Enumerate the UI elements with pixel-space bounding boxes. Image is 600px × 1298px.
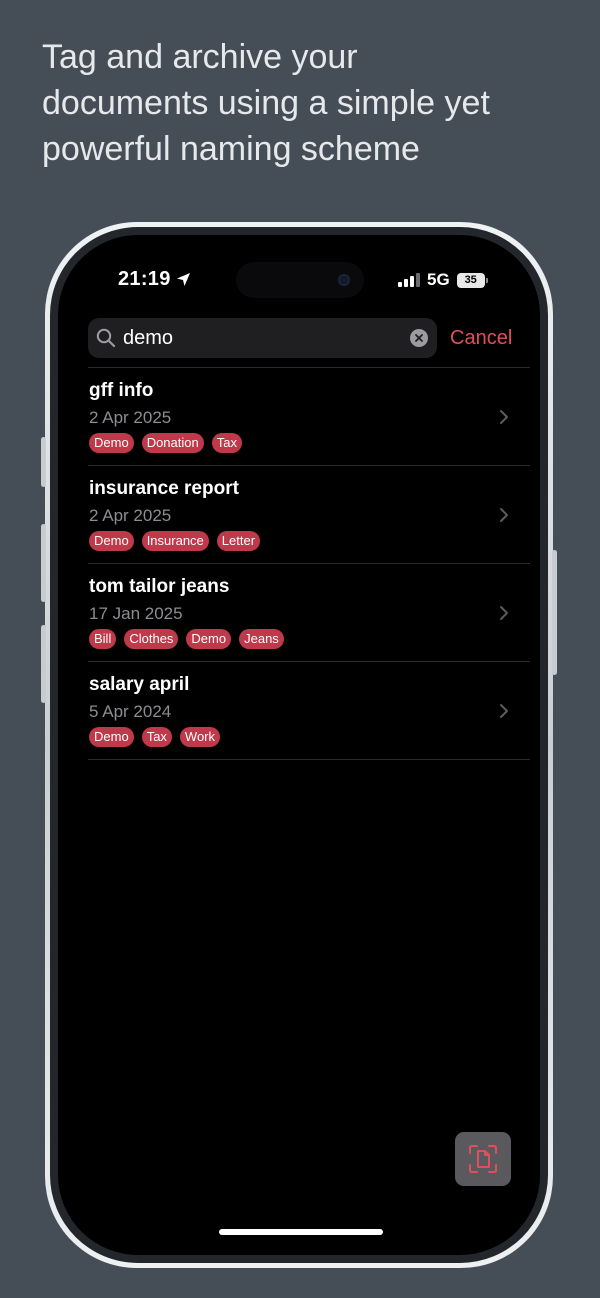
document-title: gff info: [89, 380, 154, 401]
document-title: insurance report: [89, 478, 239, 499]
headline-line-2: documents using a simple yet: [42, 84, 490, 122]
power-button: [552, 550, 557, 675]
chevron-right-icon: [500, 410, 508, 424]
camera-icon: [338, 274, 350, 286]
volume-up-button: [41, 524, 46, 602]
tag-badge: Donation: [141, 433, 204, 453]
tag-badge: Demo: [89, 727, 134, 747]
battery-level: 35: [464, 274, 477, 286]
row-separator: [88, 759, 530, 760]
document-row[interactable]: salary april 5 Apr 2024 Demo Tax Work: [88, 662, 530, 760]
document-title: salary april: [89, 674, 190, 695]
home-indicator[interactable]: [219, 1229, 383, 1235]
status-bar-indicators: 5G 35: [398, 270, 488, 290]
document-row[interactable]: insurance report 2 Apr 2025 Demo Insuran…: [88, 466, 530, 564]
document-tags: Demo Tax Work: [89, 727, 221, 747]
tag-badge: Demo: [186, 629, 232, 649]
tag-badge: Jeans: [239, 629, 284, 649]
document-date: 2 Apr 2025: [89, 506, 172, 525]
dynamic-island: [236, 262, 364, 298]
headline: Tag and archive your documents using a s…: [42, 34, 572, 172]
tag-badge: Tax: [211, 433, 242, 453]
battery-icon: 35: [456, 272, 488, 288]
document-tags: Bill Clothes Demo Jeans: [89, 629, 284, 649]
tag-badge: Letter: [216, 531, 261, 551]
action-button: [41, 437, 46, 487]
volume-down-button: [41, 625, 46, 703]
document-title: tom tailor jeans: [89, 576, 230, 597]
search-input[interactable]: demo: [123, 318, 403, 358]
tag-badge: Clothes: [124, 629, 179, 649]
document-tags: Demo Insurance Letter: [89, 531, 261, 551]
search-icon: [96, 328, 116, 348]
tag-badge: Demo: [89, 531, 134, 551]
document-row[interactable]: gff info 2 Apr 2025 Demo Donation Tax: [88, 368, 530, 466]
document-row[interactable]: tom tailor jeans 17 Jan 2025 Bill Clothe…: [88, 564, 530, 662]
tag-badge: Bill: [89, 629, 117, 649]
tag-badge: Insurance: [141, 531, 209, 551]
search-bar[interactable]: demo: [88, 318, 437, 358]
document-scan-icon: [469, 1145, 497, 1173]
status-time-text: 21:19: [118, 268, 171, 290]
network-label: 5G: [427, 270, 450, 289]
headline-line-1: Tag and archive your: [42, 38, 358, 76]
tag-badge: Demo: [89, 433, 134, 453]
status-bar-time: 21:19: [118, 268, 191, 291]
cancel-button[interactable]: Cancel: [450, 326, 512, 350]
document-date: 2 Apr 2025: [89, 408, 172, 427]
document-date: 17 Jan 2025: [89, 604, 183, 623]
tag-badge: Tax: [141, 727, 172, 747]
document-date: 5 Apr 2024: [89, 702, 172, 721]
clear-icon[interactable]: [410, 329, 428, 347]
location-arrow-icon: [176, 273, 190, 286]
chevron-right-icon: [500, 606, 508, 620]
scan-document-button[interactable]: [455, 1132, 511, 1186]
document-tags: Demo Donation Tax: [89, 433, 242, 453]
tag-badge: Work: [179, 727, 221, 747]
signal-bars-icon: [398, 273, 420, 287]
headline-line-3: powerful naming scheme: [42, 130, 420, 168]
chevron-right-icon: [500, 508, 508, 522]
chevron-right-icon: [500, 704, 508, 718]
